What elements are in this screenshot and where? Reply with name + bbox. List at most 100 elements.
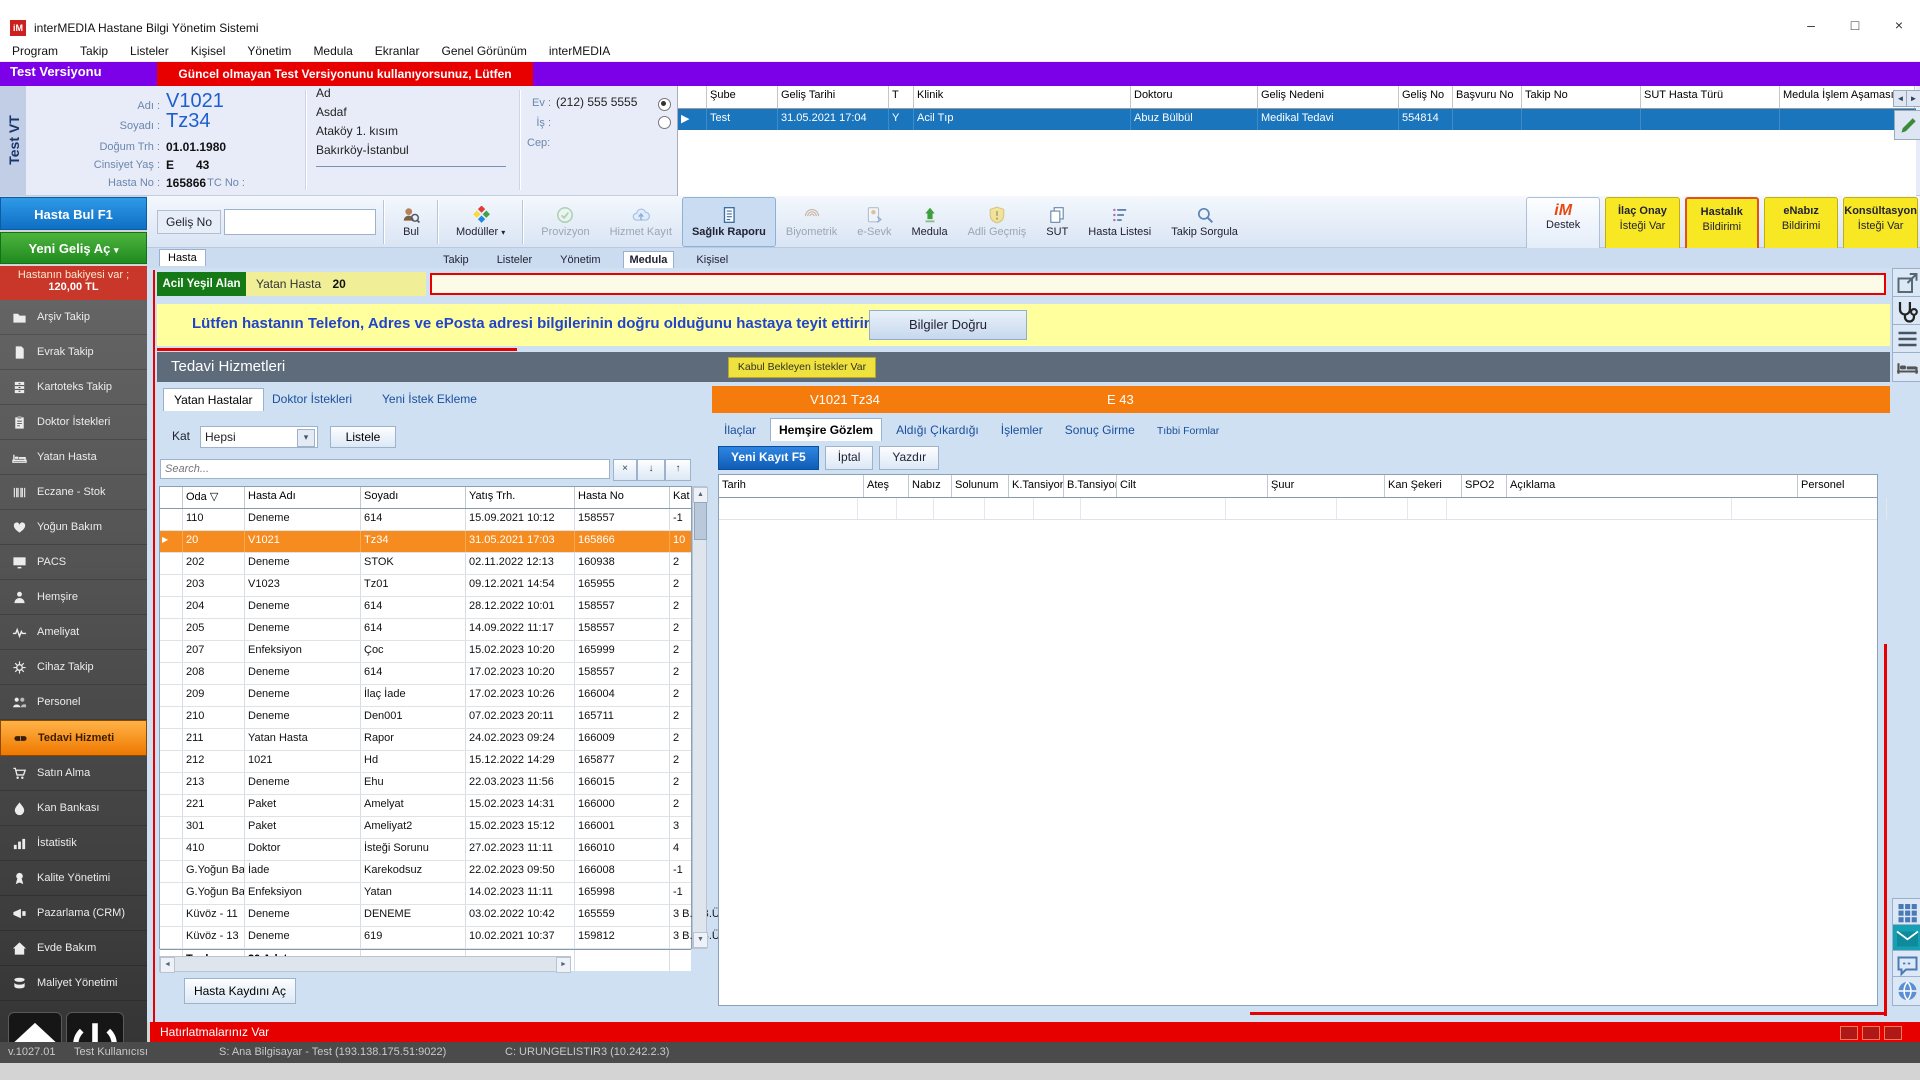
col-hasta-no[interactable]: Hasta No [575, 487, 670, 508]
scroll-thumb[interactable] [694, 502, 707, 540]
sidebar-item[interactable]: Evrak Takip [0, 335, 147, 370]
table-row[interactable]: 110 Deneme 614 15.09.2021 10:12 158557 -… [160, 509, 691, 531]
toolbar-button[interactable]: Hasta Listesi [1078, 197, 1161, 247]
table-row[interactable]: 221 Paket Amelyat 15.02.2023 14:31 16600… [160, 795, 691, 817]
table-row[interactable]: 204 Deneme 614 28.12.2022 10:01 158557 2 [160, 597, 691, 619]
module-tab[interactable]: Kişisel [690, 252, 734, 268]
sidebar-item[interactable]: Evde Bakım [0, 931, 147, 966]
toolbar-button[interactable]: Takip Sorgula [1161, 197, 1248, 247]
visit-column-header[interactable]: Takip No [1522, 86, 1641, 108]
search-clear-button[interactable]: × [613, 459, 637, 481]
toolbar-button[interactable]: Biyometrik [776, 197, 847, 247]
horizontal-scrollbar[interactable]: ◄ ► [159, 956, 571, 973]
scroll-right-arrow[interactable]: ► [556, 957, 571, 973]
sidebar-item[interactable]: Tedavi Hizmeti [0, 720, 147, 756]
menu-item[interactable]: interMEDIA [549, 44, 610, 58]
sidebar-item[interactable]: Satın Alma [0, 756, 147, 791]
gelis-no-input[interactable] [224, 209, 377, 235]
visit-column-header[interactable]: Şube [707, 86, 778, 108]
table-row[interactable]: 210 Deneme Den001 07.02.2023 20:11 16571… [160, 707, 691, 729]
visit-column-header[interactable]: Doktoru [1131, 86, 1258, 108]
alert-button[interactable]: iM Destek [1526, 197, 1601, 251]
hasta-kaydini-ac-button[interactable]: Hasta Kaydını Aç [184, 978, 296, 1004]
table-row[interactable]: 213 Deneme Ehu 22.03.2023 11:56 166015 2 [160, 773, 691, 795]
scroll-down-arrow[interactable]: ▼ [693, 932, 708, 948]
sidebar-item[interactable]: Arşiv Takip [0, 300, 147, 335]
close-button[interactable]: × [1878, 12, 1920, 38]
minimize-button[interactable]: – [1790, 12, 1832, 38]
search-input[interactable] [160, 459, 610, 479]
col-oda[interactable]: Oda ▽ [183, 487, 245, 508]
toolbar-button[interactable]: Sağlık Raporu [681, 197, 776, 247]
sidebar-item[interactable]: Eczane - Stok [0, 475, 147, 510]
sidebar-item[interactable]: PACS [0, 545, 147, 580]
yatan-hasta-badge[interactable]: Yatan Hasta 20 [246, 272, 426, 296]
table-row[interactable]: 207 Enfeksiyon Çoc 15.02.2023 10:20 1659… [160, 641, 691, 663]
yazdir-button[interactable]: Yazdır [879, 446, 940, 470]
sidebar-item[interactable]: Kan Bankası [0, 791, 147, 826]
hasta-bul-button[interactable]: Hasta Bul F1 [0, 197, 147, 230]
table-row[interactable]: 212 1021 Hd 15.12.2022 14:29 165877 2 [160, 751, 691, 773]
table-row[interactable]: 205 Deneme 614 14.09.2022 11:17 158557 2 [160, 619, 691, 641]
nurse-column-header[interactable]: Ateş [864, 475, 909, 497]
col-yatis-trh[interactable]: Yatış Trh. [466, 487, 575, 508]
nurse-empty-row[interactable] [719, 498, 1887, 520]
visit-column-header[interactable]: SUT Hasta Türü [1641, 86, 1780, 108]
sidebar-item[interactable]: Personel [0, 685, 147, 720]
sidebar-item[interactable]: Doktor İstekleri [0, 405, 147, 440]
scroll-up-arrow[interactable]: ▲ [693, 487, 708, 503]
sidebar-item[interactable]: Kartoteks Takip [0, 370, 147, 405]
hasta-tab[interactable]: Hasta [159, 249, 206, 266]
menu-item[interactable]: Listeler [130, 44, 169, 58]
table-row[interactable]: Küvöz - 11 Deneme DENEME 03.02.2022 10:4… [160, 905, 723, 927]
stethoscope-icon[interactable] [1892, 296, 1920, 326]
yeni-gelis-button[interactable]: Yeni Geliş Aç ▾ [0, 232, 147, 264]
module-tab[interactable]: Yönetim [554, 252, 606, 268]
toolbar-button[interactable]: SUT [1036, 197, 1078, 247]
menu-item[interactable]: Medula [313, 44, 352, 58]
menu-item[interactable]: Genel Görünüm [441, 44, 526, 58]
menu-item[interactable]: Yönetim [247, 44, 291, 58]
nurse-column-header[interactable]: Solunum [952, 475, 1009, 497]
menu-item[interactable]: Ekranlar [375, 44, 420, 58]
table-row[interactable]: 410 Doktor İsteği Sorunu 27.02.2023 11:1… [160, 839, 691, 861]
visit-column-header[interactable]: Başvuru No [1453, 86, 1522, 108]
col-hasta-adi[interactable]: Hasta Adı [245, 487, 361, 508]
sidebar-item[interactable]: Yoğun Bakım [0, 510, 147, 545]
external-link-icon[interactable] [1892, 268, 1920, 298]
alert-button[interactable]: Konsültasyon İsteği Var [1843, 197, 1918, 251]
visit-column-header[interactable]: Klinik [914, 86, 1131, 108]
sidebar-item[interactable]: Maliyet Yönetimi [0, 966, 147, 1001]
toolbar-button[interactable]: Adli Geçmiş [958, 197, 1037, 247]
visit-grid-selected-row[interactable]: ▶ Test 31.05.2021 17:04 Y Acil Tıp Abuz Bülbü… [678, 109, 1916, 130]
alert-button[interactable]: eNabız Bildirimi [1763, 197, 1839, 251]
right-panel-tab[interactable]: İşlemler [993, 419, 1051, 441]
iptal-button[interactable]: İptal [824, 446, 874, 470]
table-row[interactable]: 208 Deneme 614 17.02.2023 10:20 158557 2 [160, 663, 691, 685]
yeni-kayit-button[interactable]: Yeni Kayıt F5 [718, 446, 819, 470]
kat-select[interactable]: Hepsi ▾ [200, 426, 318, 448]
table-row[interactable]: G.Yoğun Ba İade Karekodsuz 22.02.2023 09… [160, 861, 691, 883]
alert-button[interactable]: Hastalık Bildirimi [1684, 197, 1759, 251]
right-panel-tab[interactable]: Tıbbi Formlar [1149, 421, 1227, 441]
toolbar-button[interactable]: Hizmet Kayıt [600, 197, 682, 247]
globe-icon[interactable] [1892, 976, 1920, 1006]
visit-radio-1[interactable] [658, 98, 671, 111]
nurse-column-header[interactable]: Açıklama [1507, 475, 1798, 497]
right-panel-tab[interactable]: Hemşire Gözlem [770, 418, 883, 441]
sidebar-item[interactable]: Pazarlama (CRM) [0, 896, 147, 931]
maximize-button[interactable]: □ [1834, 12, 1876, 38]
reminder-bar[interactable]: Hatırlatmalarınız Var [150, 1022, 1920, 1042]
module-tab[interactable]: Medula [622, 251, 675, 268]
grid-scroll-right[interactable]: ► [1906, 90, 1920, 107]
visit-column-header[interactable] [678, 86, 707, 108]
nurse-column-header[interactable]: Nabız [909, 475, 952, 497]
menu-item[interactable]: Takip [80, 44, 108, 58]
search-down-button[interactable]: ↓ [637, 459, 665, 481]
module-tab[interactable]: Takip [437, 252, 475, 268]
alert-button[interactable]: İlaç Onay İsteği Var [1605, 197, 1680, 251]
nurse-column-header[interactable]: Personel [1798, 475, 1920, 497]
visit-column-header[interactable]: Geliş Tarihi [778, 86, 889, 108]
bul-button[interactable]: Bul [392, 197, 430, 247]
nurse-column-header[interactable]: Tarih [719, 475, 864, 497]
